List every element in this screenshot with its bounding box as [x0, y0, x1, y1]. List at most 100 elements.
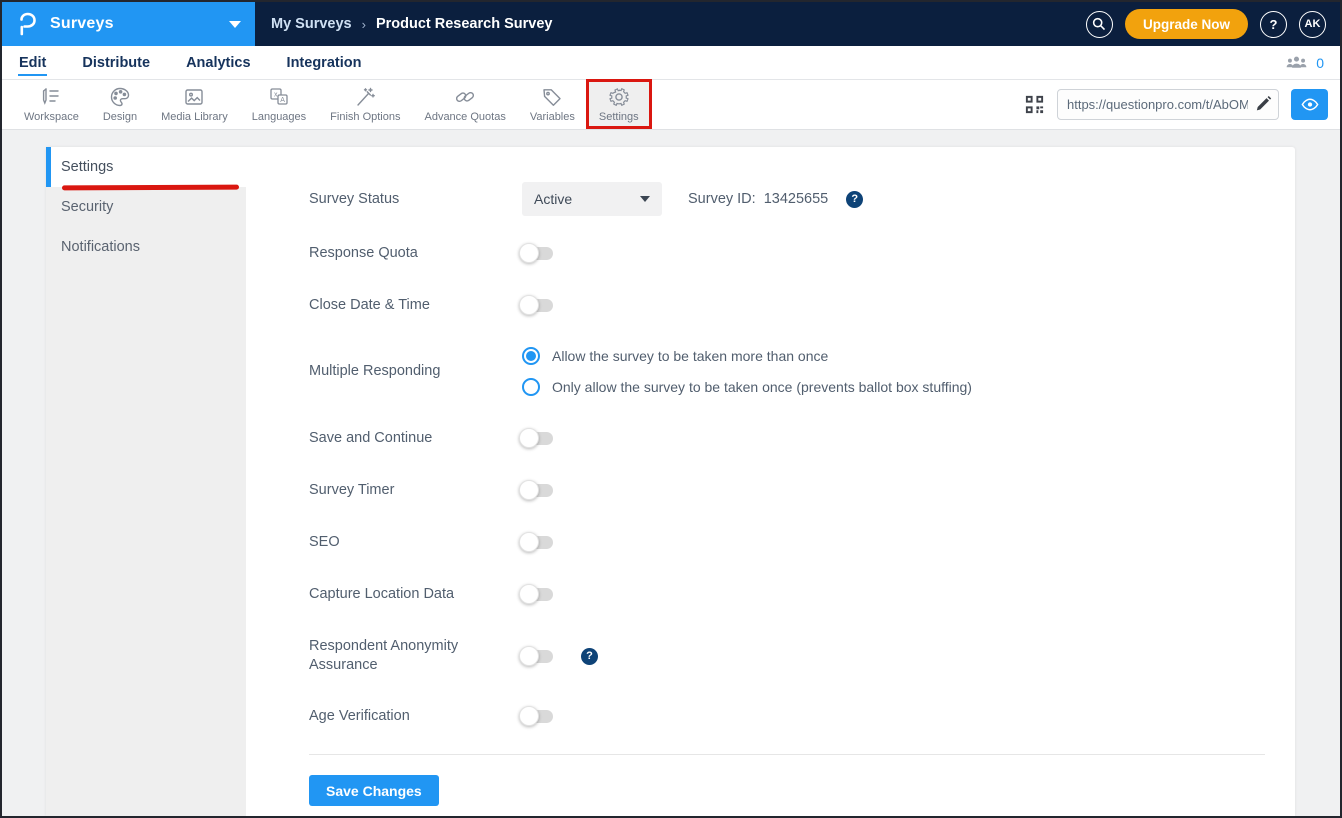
toggle-knob [519, 243, 539, 263]
survey-timer-toggle[interactable] [522, 484, 553, 497]
survey-id: Survey ID: 13425655 ? [688, 191, 863, 208]
search-button[interactable] [1086, 11, 1113, 38]
toolbar-label: Advance Quotas [424, 111, 505, 123]
tab-distribute[interactable]: Distribute [81, 50, 151, 76]
sidebar-item-security[interactable]: Security [46, 187, 246, 227]
settings-side-nav: Settings Security Notifications [46, 147, 246, 816]
capture-location-toggle[interactable] [522, 588, 553, 601]
age-verification-row: Age Verification [309, 696, 1265, 736]
toolbar-item-languages[interactable]: x A Languages [240, 80, 318, 129]
close-date-label: Close Date & Time [309, 296, 522, 315]
search-icon [1092, 17, 1106, 31]
respondent-anonymity-help-icon[interactable]: ? [581, 648, 598, 665]
close-date-row: Close Date & Time [309, 285, 1265, 325]
pencil-icon [1254, 94, 1273, 113]
toolbar-item-design[interactable]: Design [91, 80, 149, 129]
capture-location-row: Capture Location Data [309, 574, 1265, 614]
eye-icon [1301, 98, 1319, 111]
settings-card: Settings Security Notifications Survey S… [46, 147, 1295, 816]
response-quota-toggle[interactable] [522, 247, 553, 260]
main-tab-bar: Edit Distribute Analytics Integration 0 [2, 46, 1340, 80]
survey-status-value: Active [534, 191, 572, 207]
survey-id-help-icon[interactable]: ? [846, 191, 863, 208]
toolbar-share-controls [1024, 80, 1332, 129]
languages-icon: x A [267, 85, 291, 109]
radio-label: Only allow the survey to be taken once (… [552, 379, 972, 395]
capture-location-label: Capture Location Data [309, 585, 522, 604]
toolbar-item-variables[interactable]: Variables [518, 80, 587, 129]
people-icon [1285, 55, 1308, 70]
radio-only-once[interactable]: Only allow the survey to be taken once (… [522, 378, 972, 396]
toolbar-item-workspace[interactable]: Workspace [12, 80, 91, 129]
collaborators-indicator[interactable]: 0 [1285, 55, 1324, 71]
radio-selected-icon [522, 347, 540, 365]
breadcrumb: My Surveys › Product Research Survey [271, 16, 552, 32]
toolbar-item-settings[interactable]: Settings [587, 80, 651, 129]
seo-row: SEO [309, 522, 1265, 562]
workspace-icon [39, 85, 63, 109]
toolbar-item-media-library[interactable]: Media Library [149, 80, 240, 129]
chevron-down-icon [640, 196, 650, 202]
toggle-knob [519, 480, 539, 500]
svg-text:A: A [280, 97, 285, 104]
save-and-continue-label: Save and Continue [309, 429, 522, 448]
upgrade-now-button[interactable]: Upgrade Now [1125, 9, 1248, 39]
collaborators-count: 0 [1316, 55, 1324, 71]
chevron-down-icon [229, 21, 241, 28]
edit-url-button[interactable] [1254, 94, 1273, 113]
radio-allow-multiple[interactable]: Allow the survey to be taken more than o… [522, 347, 972, 365]
toolbar-item-finish-options[interactable]: Finish Options [318, 80, 412, 129]
variables-icon [540, 85, 564, 109]
response-quota-row: Response Quota [309, 233, 1265, 273]
age-verification-toggle[interactable] [522, 710, 553, 723]
design-icon [108, 85, 132, 109]
close-date-toggle[interactable] [522, 299, 553, 312]
tab-edit[interactable]: Edit [18, 50, 47, 76]
product-switcher[interactable]: Surveys [2, 2, 255, 46]
respondent-anonymity-row: Respondent Anonymity Assurance ? [309, 632, 1265, 680]
questionpro-logo-icon [16, 11, 40, 37]
sidebar-item-settings[interactable]: Settings [46, 147, 246, 187]
save-and-continue-row: Save and Continue [309, 418, 1265, 458]
sidebar-item-notifications[interactable]: Notifications [46, 227, 246, 267]
seo-toggle[interactable] [522, 536, 553, 549]
settings-content: Survey Status Active Survey ID: 13425655… [246, 147, 1295, 816]
seo-label: SEO [309, 533, 522, 552]
toolbar-label: Finish Options [330, 111, 400, 123]
survey-status-row: Survey Status Active Survey ID: 13425655… [309, 179, 1265, 219]
respondent-anonymity-controls: ? [522, 647, 598, 666]
content-divider [309, 754, 1265, 755]
help-button[interactable]: ? [1260, 11, 1287, 38]
survey-timer-row: Survey Timer [309, 470, 1265, 510]
header-actions: Upgrade Now ? AK [1086, 9, 1340, 39]
qr-code-icon [1024, 94, 1045, 115]
toolbar-label: Workspace [24, 111, 79, 123]
product-switcher-label: Surveys [50, 15, 114, 33]
sidebar-item-label: Settings [61, 159, 113, 175]
multiple-responding-row: Multiple Responding Allow the survey to … [309, 347, 1265, 396]
response-quota-label: Response Quota [309, 244, 522, 263]
multiple-responding-label: Multiple Responding [309, 362, 522, 381]
toolbar-label: Settings [599, 111, 639, 123]
toolbar-item-advance-quotas[interactable]: Advance Quotas [412, 80, 517, 129]
radio-unselected-icon [522, 378, 540, 396]
radio-label: Allow the survey to be taken more than o… [552, 348, 828, 364]
survey-id-label: Survey ID: [688, 191, 756, 207]
respondent-anonymity-toggle[interactable] [522, 650, 553, 663]
survey-id-value: 13425655 [764, 191, 829, 207]
preview-survey-button[interactable] [1291, 89, 1328, 120]
save-changes-button[interactable]: Save Changes [309, 775, 439, 806]
survey-toolbar: Workspace Design Media Library x A [2, 80, 1340, 130]
qr-code-button[interactable] [1024, 94, 1045, 115]
toolbar-label: Languages [252, 111, 306, 123]
survey-status-select[interactable]: Active [522, 182, 662, 216]
survey-url-input[interactable] [1057, 89, 1279, 120]
settings-icon [607, 85, 631, 109]
tab-integration[interactable]: Integration [286, 50, 363, 76]
toggle-knob [519, 584, 539, 604]
breadcrumb-parent[interactable]: My Surveys [271, 16, 352, 32]
survey-status-label: Survey Status [309, 190, 522, 209]
tab-analytics[interactable]: Analytics [185, 50, 251, 76]
avatar[interactable]: AK [1299, 11, 1326, 38]
save-and-continue-toggle[interactable] [522, 432, 553, 445]
